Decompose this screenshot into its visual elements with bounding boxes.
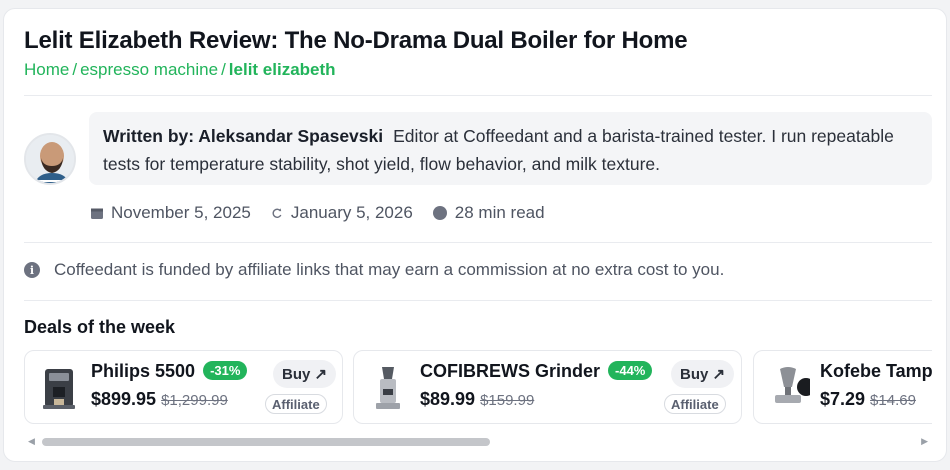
info-icon: i <box>24 262 40 278</box>
breadcrumb-home-link[interactable]: Home <box>24 60 69 79</box>
author-avatar[interactable] <box>24 133 76 185</box>
original-price: $14.69 <box>870 392 916 409</box>
published-date: November 5, 2025 <box>91 203 251 223</box>
article-header-card: Lelit Elizabeth Review: The No-Drama Dua… <box>3 8 947 462</box>
deal-title[interactable]: Kofebe Tamp <box>820 361 932 382</box>
deal-card[interactable]: Philips 5500 -31% $899.95 $1,299.99 Buy ↗ … <box>24 350 343 424</box>
breadcrumb-separator: / <box>72 60 78 79</box>
buy-button[interactable]: Buy ↗ <box>671 360 735 388</box>
author-name[interactable]: Written by: Aleksandar Spasevski <box>103 126 383 146</box>
original-price: $1,299.99 <box>161 392 228 409</box>
affiliate-disclosure: i Coffeedant is funded by affiliate link… <box>24 260 724 280</box>
deal-price: $7.29 $14.69 <box>820 389 916 409</box>
article-meta: November 5, 2025 January 5, 2026 28 min … <box>91 203 565 223</box>
breadcrumb-category-link[interactable]: espresso machine <box>80 60 218 79</box>
deals-carousel[interactable]: Philips 5500 -31% $899.95 $1,299.99 Buy ↗ … <box>24 350 932 424</box>
affiliate-badge: Affiliate <box>664 394 726 414</box>
original-price: $159.99 <box>480 392 535 409</box>
deal-card[interactable]: Kofebe Tamp $7.29 $14.69 <box>753 350 932 424</box>
author-bio-box: Written by: Aleksandar Spasevski Editor a… <box>89 112 932 185</box>
deals-heading: Deals of the week <box>24 317 176 337</box>
discount-badge: -31% <box>203 361 248 380</box>
coffee-grinder-icon <box>376 367 400 409</box>
breadcrumb: Home / espresso machine / lelit elizabeth <box>24 60 336 80</box>
espresso-machine-icon <box>43 369 75 409</box>
divider <box>24 242 932 243</box>
discount-badge: -44% <box>608 361 653 380</box>
affiliate-badge: Affiliate <box>265 394 327 414</box>
clock-icon <box>432 206 447 220</box>
buy-button[interactable]: Buy ↗ <box>273 360 337 388</box>
scrollbar-thumb[interactable] <box>42 438 490 446</box>
deal-price: $899.95 $1,299.99 <box>91 389 228 409</box>
deal-price: $89.99 $159.99 <box>420 389 535 409</box>
scroll-right-arrow-icon[interactable]: ▶ <box>921 436 928 447</box>
deal-title[interactable]: COFIBREWS Grinder -44% <box>420 361 653 382</box>
divider <box>24 95 932 96</box>
calendar-icon <box>91 208 103 219</box>
read-time: 28 min read <box>432 203 545 223</box>
divider <box>24 300 932 301</box>
carousel-scrollbar[interactable]: ◀ ▶ <box>24 436 932 446</box>
updated-date: January 5, 2026 <box>271 203 413 223</box>
breadcrumb-current: lelit elizabeth <box>228 60 336 79</box>
refresh-icon <box>272 208 282 218</box>
scroll-left-arrow-icon[interactable]: ◀ <box>28 436 35 447</box>
deal-card[interactable]: COFIBREWS Grinder -44% $89.99 $159.99 Buy … <box>353 350 742 424</box>
page-title: Lelit Elizabeth Review: The No-Drama Dua… <box>24 27 688 54</box>
tamper-icon <box>775 367 810 403</box>
deal-title[interactable]: Philips 5500 -31% <box>91 361 248 382</box>
breadcrumb-separator: / <box>221 60 226 79</box>
